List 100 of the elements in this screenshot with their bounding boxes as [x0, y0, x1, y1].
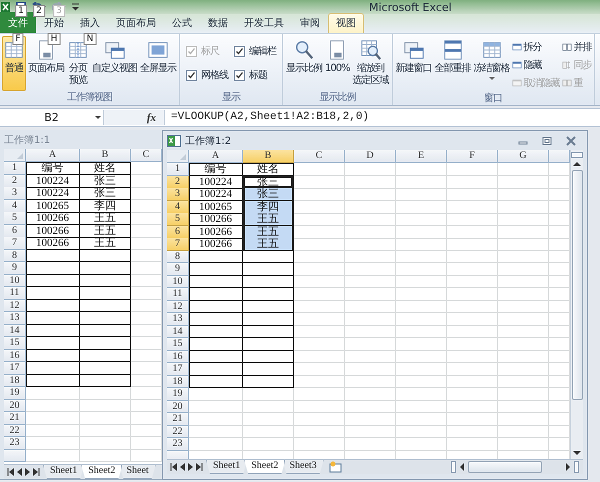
last-sheet-button[interactable] [196, 463, 203, 471]
row-header[interactable]: 23 [4, 437, 26, 450]
row-header[interactable]: 9 [167, 263, 189, 276]
column-header[interactable]: A [26, 149, 80, 162]
checkbox[interactable]: 网格线 [186, 68, 228, 82]
sheet-tab[interactable]: Sheet2 [244, 460, 286, 474]
ribbon-button[interactable]: 拆分 [512, 38, 560, 56]
ribbon-tab[interactable]: 审阅 [292, 13, 328, 33]
table-cell: 100266 [26, 212, 80, 225]
close-button[interactable] [565, 136, 577, 146]
sheet-tab[interactable]: Sheet1 [206, 460, 248, 474]
row-header[interactable]: 19 [167, 388, 189, 400]
row-header[interactable]: 14 [4, 324, 26, 337]
ribbon-button[interactable]: 全部重排 [434, 36, 472, 92]
row-header[interactable]: 14 [167, 326, 189, 338]
row-header[interactable]: 9 [4, 262, 26, 274]
row-header[interactable]: 18 [4, 374, 26, 387]
row-header[interactable]: 7 [4, 237, 26, 250]
row-header[interactable]: 22 [4, 424, 26, 437]
row-header[interactable]: 15 [4, 337, 26, 350]
column-header[interactable]: A [189, 150, 243, 163]
row-header[interactable]: 23 [167, 438, 189, 450]
column-header[interactable]: C [294, 150, 345, 163]
row-header[interactable]: 22 [167, 426, 189, 438]
row-header[interactable]: 15 [167, 338, 189, 350]
ribbon-button[interactable]: 隐藏 [512, 56, 560, 74]
row-header[interactable]: 2 [167, 176, 189, 188]
row-header[interactable]: 5 [4, 212, 26, 225]
ribbon-tab[interactable]: 插入 [72, 13, 108, 33]
row-header[interactable]: 4 [167, 200, 189, 214]
table-cell [345, 350, 396, 363]
row-header[interactable]: 16 [167, 350, 189, 363]
row-header[interactable]: 16 [4, 350, 26, 362]
ribbon-button[interactable]: 全屏显示 [139, 36, 177, 91]
row-header[interactable]: 5 [167, 213, 189, 226]
formula-field[interactable]: =VLOOKUP(A2,Sheet1!A2:B18,2,0) [164, 110, 370, 125]
row-header[interactable]: 20 [167, 400, 189, 413]
row-header[interactable]: 7 [167, 238, 189, 251]
ribbon-tab[interactable]: 页面布局 [108, 13, 164, 33]
next-sheet-button[interactable] [188, 463, 193, 471]
insert-function-button[interactable]: fx [146, 112, 156, 124]
row-header[interactable]: 19 [4, 387, 26, 400]
first-sheet-button[interactable] [170, 463, 177, 471]
sheet-tab[interactable]: Sheet1 [43, 465, 84, 479]
row-header[interactable]: 8 [167, 250, 189, 263]
row-header[interactable]: 6 [4, 224, 26, 238]
sheet-tab[interactable]: Sheet [119, 465, 156, 479]
ribbon-button[interactable]: 缩放到 选定区域 [352, 36, 390, 91]
row-header[interactable]: 13 [4, 312, 26, 324]
ribbon-button[interactable]: 新建窗口 [394, 36, 433, 92]
row-header[interactable]: 20 [4, 400, 26, 412]
row-header[interactable]: 13 [167, 313, 189, 326]
row-header[interactable]: 10 [4, 274, 26, 287]
row-header[interactable]: 4 [4, 200, 26, 212]
restore-button[interactable] [541, 136, 553, 146]
row-header[interactable]: 1 [4, 162, 26, 175]
row-header[interactable]: 18 [167, 376, 189, 388]
app-icon[interactable] [1, 2, 10, 12]
row-header[interactable]: 12 [167, 300, 189, 313]
ribbon-tab[interactable]: 数据 [200, 13, 236, 33]
row-header[interactable]: 3 [4, 187, 26, 200]
column-header[interactable]: D [345, 150, 396, 163]
row-header[interactable]: 2 [4, 174, 26, 188]
last-sheet-button[interactable] [33, 468, 40, 476]
ribbon-button[interactable]: 100% [324, 36, 351, 91]
ribbon-button[interactable]: 显示比例 [285, 36, 323, 91]
row-header[interactable]: 12 [4, 300, 26, 312]
customize-icon[interactable] [72, 3, 79, 11]
ribbon-tab[interactable]: 公式 [164, 13, 200, 33]
column-header[interactable]: C [131, 149, 162, 162]
column-header[interactable]: E [396, 150, 447, 163]
row-header[interactable]: 21 [4, 412, 26, 424]
row-header[interactable]: 17 [4, 362, 26, 374]
checkbox[interactable]: 编辑栏 [234, 44, 276, 58]
ribbon-tab[interactable]: 开发工具 [236, 13, 292, 33]
checkbox[interactable]: 标题 [234, 68, 276, 82]
sheet-tab[interactable]: Sheet2 [81, 465, 122, 479]
ribbon-button[interactable]: 冻结窗格 [472, 36, 511, 92]
row-header[interactable]: 6 [167, 226, 189, 238]
next-sheet-button[interactable] [25, 468, 30, 476]
row-header[interactable]: 1 [167, 163, 189, 176]
column-header[interactable]: B [80, 149, 131, 162]
first-sheet-button[interactable] [7, 468, 14, 476]
previous-sheet-button[interactable] [17, 468, 22, 476]
previous-sheet-button[interactable] [180, 463, 185, 471]
file-tab[interactable]: 文件 [0, 12, 36, 33]
column-header[interactable]: F [447, 150, 498, 163]
row-header[interactable]: 11 [167, 288, 189, 300]
row-header[interactable]: 17 [167, 363, 189, 376]
column-header[interactable]: B [243, 150, 294, 163]
ribbon-button[interactable]: 并排 [562, 38, 592, 56]
column-header[interactable]: G [498, 150, 549, 163]
sheet-tab[interactable]: Sheet3 [282, 460, 324, 474]
row-header[interactable]: 11 [4, 287, 26, 300]
vertical-scrollbar[interactable] [570, 150, 583, 459]
ribbon-tab[interactable]: 视图 [328, 13, 364, 33]
row-header[interactable]: 21 [167, 413, 189, 426]
row-header[interactable]: 8 [4, 250, 26, 262]
row-header[interactable]: 10 [167, 276, 189, 288]
row-header[interactable]: 3 [167, 188, 189, 201]
